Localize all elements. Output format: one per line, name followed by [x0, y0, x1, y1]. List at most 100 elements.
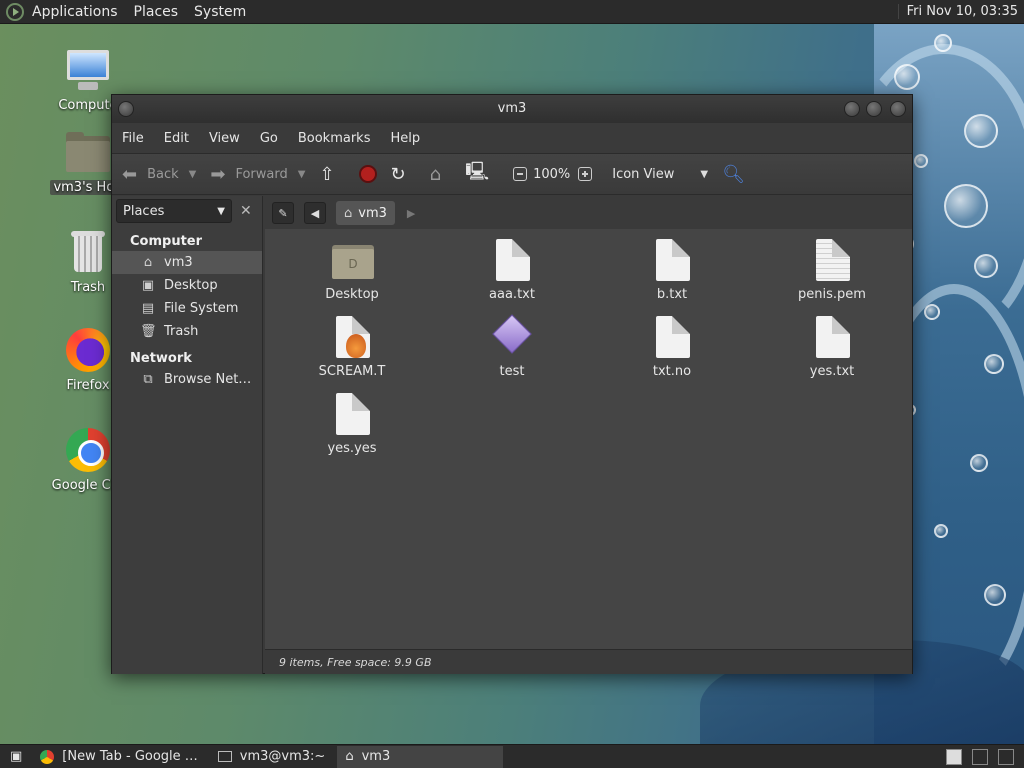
sidebar-item-browse-network[interactable]: ⧉ Browse Net…	[112, 368, 262, 391]
file-name: SCREAM.T	[318, 364, 386, 379]
file-name: txt.no	[652, 364, 692, 379]
show-desktop-icon: ▣	[10, 749, 23, 764]
up-arrow-icon: ⇧	[319, 163, 335, 185]
breadcrumb-vm3[interactable]: ⌂ vm3	[336, 201, 395, 225]
onion-file-icon	[332, 316, 372, 360]
zoom-in-icon[interactable]	[578, 167, 593, 181]
file-item[interactable]: b.txt	[617, 239, 727, 302]
home-folder-icon: ⌂	[429, 163, 442, 185]
menu-view[interactable]: View	[209, 131, 240, 146]
chevron-right-icon[interactable]: ▶	[407, 207, 415, 220]
menubar: File Edit View Go Bookmarks Help	[112, 123, 912, 153]
computer-icon	[64, 46, 112, 94]
chevron-down-icon[interactable]: ▼	[189, 169, 197, 180]
file-item[interactable]: test	[457, 314, 567, 379]
show-desktop-button[interactable]: ▣	[4, 746, 28, 768]
file-item[interactable]: yes.yes	[297, 393, 407, 456]
stop-button[interactable]	[358, 165, 377, 183]
workspace-switcher	[946, 748, 1024, 765]
computer-icon: 🖳	[465, 161, 490, 182]
firefox-icon	[64, 326, 112, 374]
home-folder-icon	[64, 128, 112, 176]
up-button[interactable]: ⇧	[319, 164, 344, 185]
close-icon[interactable]: ✕	[240, 203, 252, 219]
file-item[interactable]: yes.txt	[777, 316, 887, 379]
sidebar-item-desktop[interactable]: ▣ Desktop	[112, 274, 262, 297]
applications-menu[interactable]: Applications	[32, 4, 118, 20]
reload-icon: ↻	[390, 163, 406, 185]
sidebar-item-label: Desktop	[164, 278, 218, 293]
back-button[interactable]: ⬅ Back ▼	[122, 164, 196, 185]
search-button[interactable]: 🔍︎	[722, 164, 755, 185]
workspace-3[interactable]	[998, 748, 1014, 765]
computer-button[interactable]: 🖳	[465, 159, 499, 189]
reload-button[interactable]: ↻	[391, 164, 416, 185]
window-titlebar[interactable]: vm3	[112, 95, 912, 123]
toolbar: ⬅ Back ▼ ➡ Forward ▼ ⇧ ↻ ⌂ 🖳 100% Icon V…	[112, 153, 912, 195]
close-button[interactable]	[890, 101, 906, 117]
file-item[interactable]: txt.no	[617, 316, 727, 379]
taskbar-item-chrome[interactable]: [New Tab - Google …	[32, 746, 206, 768]
pencil-icon: ✎	[278, 206, 288, 220]
bottom-panel: ▣ [New Tab - Google … vm3@vm3:~ ⌂ vm3	[0, 744, 1024, 768]
chrome-icon	[64, 426, 112, 474]
file-name: Desktop	[325, 287, 379, 302]
sidebar-selector-label: Places	[123, 203, 165, 219]
window-menu-button[interactable]	[118, 101, 134, 117]
folder-icon: ⌂	[345, 749, 354, 764]
back-label: Back	[147, 166, 179, 182]
file-item[interactable]: SCREAM.T	[297, 316, 407, 379]
top-panel: Applications Places System Fri Nov 10, 0…	[0, 0, 1024, 24]
home-button[interactable]: ⌂	[430, 164, 451, 185]
places-menu[interactable]: Places	[134, 4, 179, 20]
breadcrumb-label: vm3	[358, 205, 387, 221]
workspace-1[interactable]	[946, 748, 962, 765]
edit-location-button[interactable]: ✎	[272, 202, 294, 224]
network-icon: ⧉	[143, 372, 153, 387]
workspace-2[interactable]	[972, 748, 988, 765]
sidebar-selector[interactable]: Places ▼	[116, 199, 232, 223]
file-manager-window: vm3 File Edit View Go Bookmarks Help ⬅ B…	[111, 94, 913, 674]
menu-file[interactable]: File	[122, 131, 144, 146]
desktop-icon: ▣	[141, 278, 155, 293]
view-mode-select[interactable]: Icon View ▼	[612, 167, 708, 182]
file-name: yes.txt	[809, 364, 855, 379]
view-mode-label: Icon View	[612, 166, 675, 182]
file-item[interactable]: penis.pem	[777, 239, 887, 302]
taskbar-item-label: vm3@vm3:~	[239, 749, 326, 764]
minimize-button[interactable]	[844, 101, 860, 117]
sidebar-item-vm3[interactable]: ⌂ vm3	[112, 251, 262, 274]
file-icon-view: D Desktop aaa.txt b.txt penis.pem SCREAM…	[265, 229, 912, 649]
file-item[interactable]: aaa.txt	[457, 239, 567, 302]
system-menu[interactable]: System	[194, 4, 246, 20]
file-name: test	[499, 364, 525, 379]
distro-logo-icon[interactable]	[6, 2, 24, 21]
sidebar-item-label: File System	[164, 301, 239, 316]
menu-go[interactable]: Go	[260, 131, 278, 146]
path-scroll-left-button[interactable]: ◀	[304, 202, 326, 224]
text-file-icon	[492, 239, 532, 283]
certificate-file-icon	[812, 239, 852, 283]
folder-icon: D	[332, 239, 374, 283]
zoom-control: 100%	[513, 167, 598, 182]
sidebar-section-network: Network	[130, 351, 192, 366]
search-icon: 🔍︎	[722, 163, 745, 185]
menu-edit[interactable]: Edit	[164, 131, 189, 146]
forward-button[interactable]: ➡ Forward ▼	[210, 164, 305, 185]
trash-icon	[64, 228, 112, 276]
status-text: 9 items, Free space: 9.9 GB	[279, 655, 432, 669]
menu-bookmarks[interactable]: Bookmarks	[298, 131, 371, 146]
sidebar-item-file-system[interactable]: ▤ File System	[112, 297, 262, 320]
sidebar-item-trash[interactable]: 🗑︎ Trash	[112, 320, 262, 343]
menu-help[interactable]: Help	[390, 131, 420, 146]
maximize-button[interactable]	[866, 101, 882, 117]
taskbar-item-file-manager[interactable]: ⌂ vm3	[337, 745, 504, 768]
panel-clock[interactable]: Fri Nov 10, 03:35	[897, 4, 1018, 19]
zoom-out-icon[interactable]	[513, 167, 528, 181]
taskbar-item-terminal[interactable]: vm3@vm3:~	[210, 746, 334, 768]
chevron-down-icon[interactable]: ▼	[298, 169, 306, 180]
file-item[interactable]: D Desktop	[297, 239, 407, 302]
chrome-icon	[40, 749, 55, 764]
chevron-down-icon: ▼	[217, 205, 225, 217]
executable-icon	[492, 314, 532, 360]
